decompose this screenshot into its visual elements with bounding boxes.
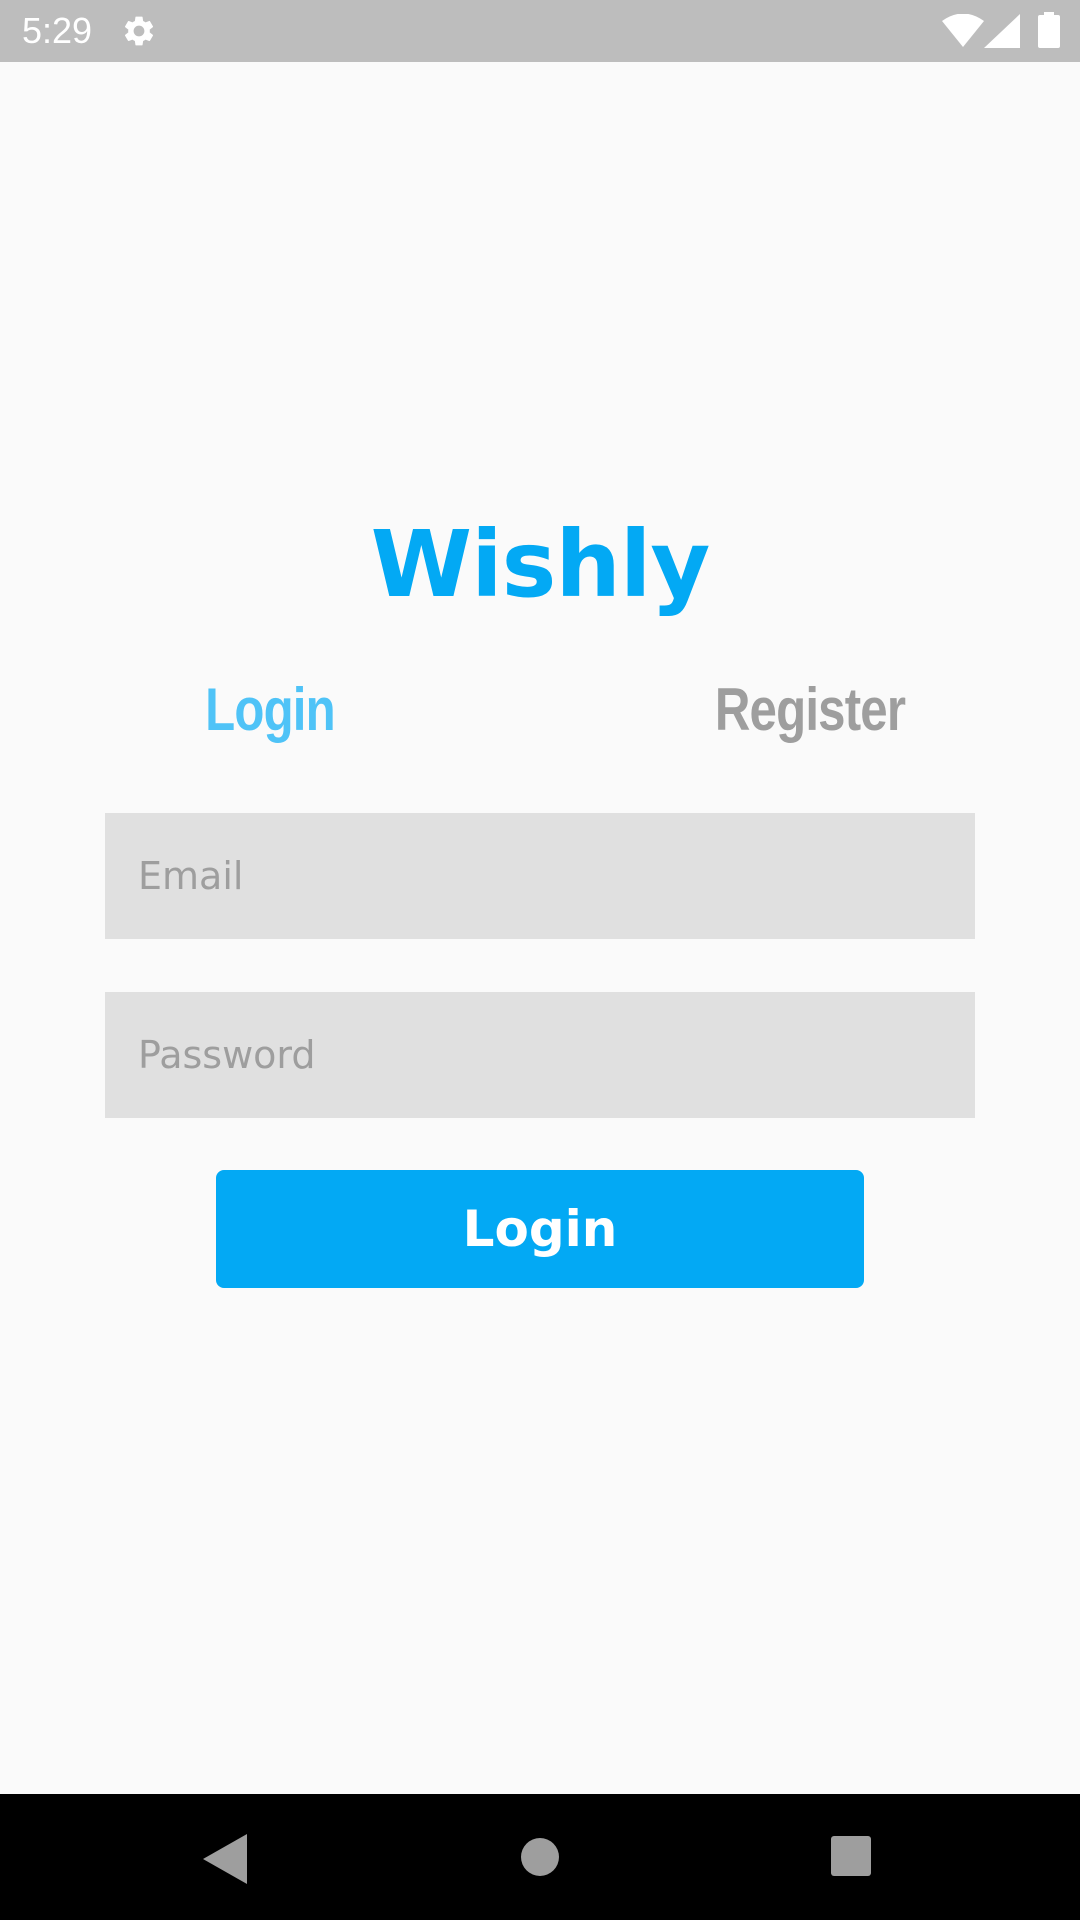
back-icon[interactable] <box>203 1834 247 1884</box>
login-screen: 5:29 Wishly Login Register Login <box>0 0 1080 1920</box>
navigation-bar <box>0 1794 1080 1920</box>
tab-login[interactable]: Login <box>172 670 369 750</box>
home-icon[interactable] <box>520 1837 560 1877</box>
tab-register[interactable]: Register <box>695 670 925 750</box>
wifi-icon <box>942 14 984 47</box>
battery-icon <box>1038 12 1060 48</box>
login-button[interactable]: Login <box>216 1170 864 1288</box>
signal-icon <box>984 14 1020 48</box>
password-field[interactable] <box>105 992 975 1118</box>
recents-icon[interactable] <box>831 1836 871 1876</box>
status-time: 5:29 <box>22 10 93 51</box>
gear-icon <box>124 16 154 46</box>
app-title: Wishly <box>370 511 711 618</box>
status-bar: 5:29 <box>0 0 1080 62</box>
email-field[interactable] <box>105 813 975 939</box>
